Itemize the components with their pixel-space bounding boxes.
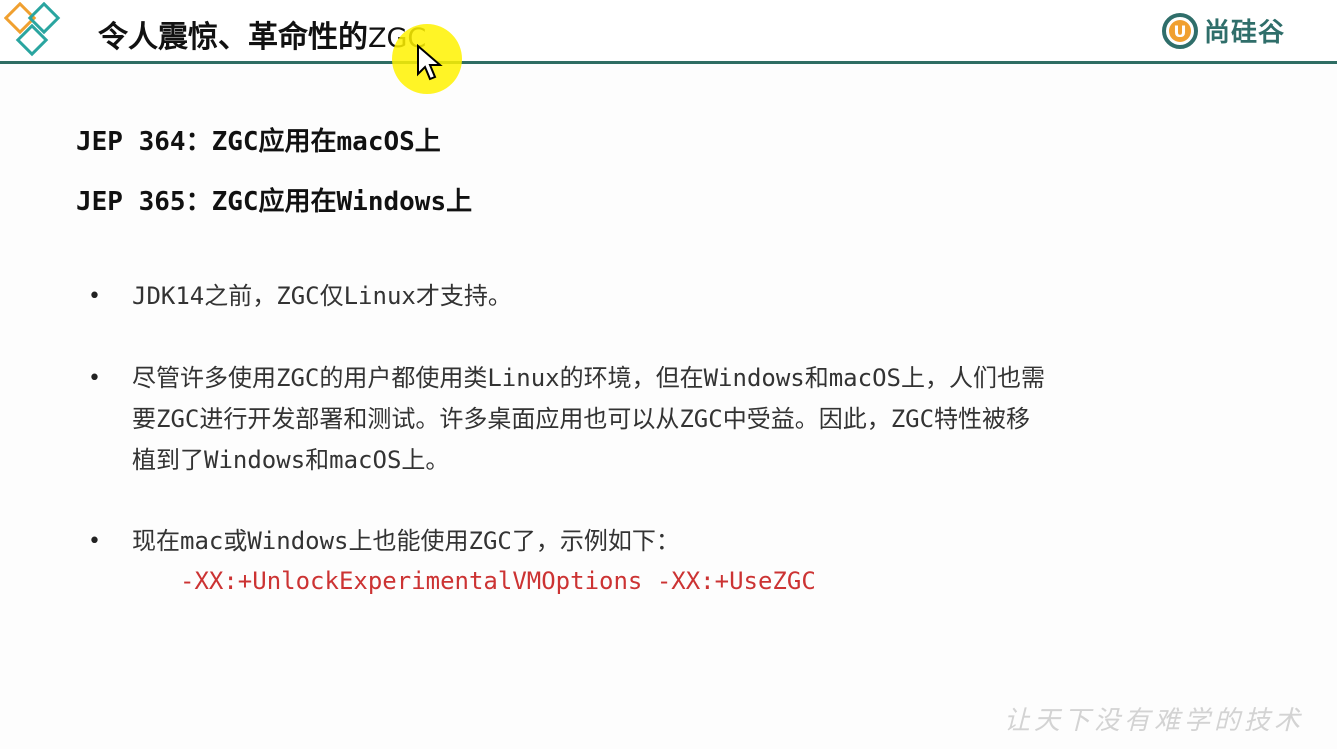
slide-header: 令人震惊、革命性的ZGC U 尚硅谷 [0, 0, 1337, 62]
header-divider [0, 61, 1337, 64]
brand-u-icon: U [1162, 12, 1198, 49]
brand-mark: U [1174, 22, 1187, 41]
bullet-marker: • [88, 366, 101, 391]
bullet-windows-macos: 尽管许多使用ZGC的用户都使用类Linux的环境，但在Windows和macOS… [132, 358, 1282, 481]
brand-name: 尚硅谷 [1204, 18, 1286, 48]
brand-logo: U 尚硅谷 [1162, 12, 1285, 49]
bullet-line: 尽管许多使用ZGC的用户都使用类Linux的环境，但在Windows和macOS… [132, 364, 1045, 392]
bullet-line: 植到了Windows和macOS上。 [132, 446, 450, 474]
bullet-usage-example: 现在mac或Windows上也能使用ZGC了，示例如下： [132, 521, 1282, 562]
bullet-linux-only: JDK14之前，ZGC仅Linux才支持。 [132, 276, 1282, 317]
jep-364: JEP 364：ZGC应用在macOS上 [76, 127, 441, 157]
jep-365: JEP 365：ZGC应用在Windows上 [76, 187, 473, 217]
bullet-marker: • [88, 529, 101, 554]
jvm-options-code: -XX:+UnlockExperimentalVMOptions -XX:+Us… [180, 567, 816, 595]
watermark: 让天下没有难学的技术 [1004, 706, 1305, 736]
diamond-logo-icon [4, 2, 61, 57]
move-cursor-icon [417, 44, 443, 81]
slide: 令人震惊、革命性的ZGC U 尚硅谷 JEP 364：ZGC应用在macOS上 … [0, 0, 1337, 749]
bullet-line: JDK14之前，ZGC仅Linux才支持。 [132, 282, 512, 310]
bullet-line: 现在mac或Windows上也能使用ZGC了，示例如下： [132, 527, 680, 555]
slide-title: 令人震惊、革命性的ZGC [98, 12, 426, 56]
bullet-marker: • [88, 284, 101, 309]
bullet-line: 要ZGC进行开发部署和测试。许多桌面应用也可以从ZGC中受益。因此，ZGC特性被… [132, 405, 1031, 433]
title-main: 令人震惊、革命性的 [98, 20, 368, 55]
